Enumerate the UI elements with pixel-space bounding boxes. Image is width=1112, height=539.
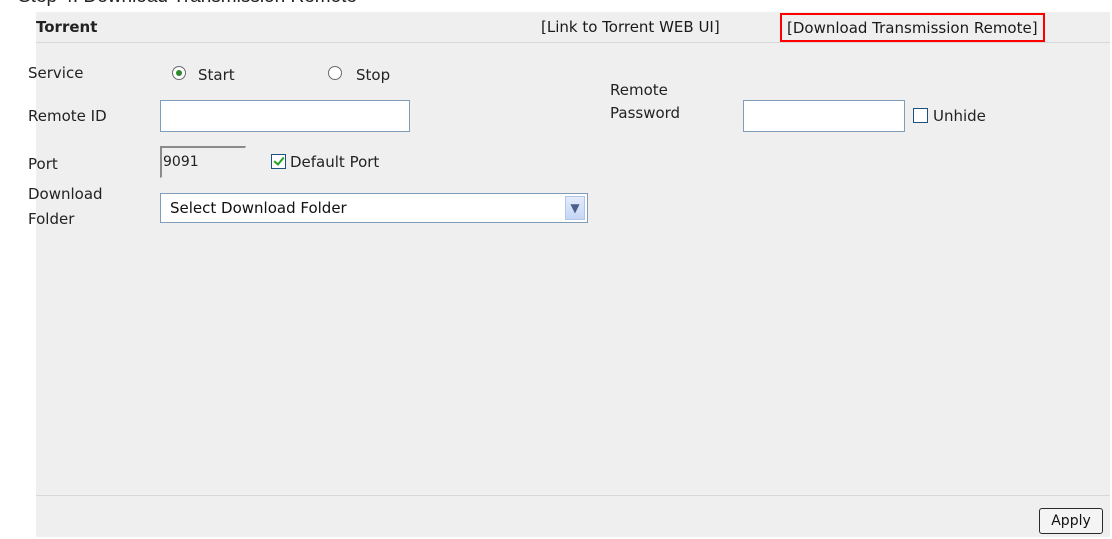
service-stop-radio[interactable] — [328, 66, 342, 80]
port-label: Port — [28, 155, 58, 173]
download-folder-label-line1: Download — [28, 185, 103, 203]
service-label: Service — [28, 64, 84, 82]
clipped-instruction-text: Step 4: Download Transmission Remote — [0, 0, 1112, 8]
download-folder-label-line2: Folder — [28, 210, 75, 228]
remote-password-input[interactable] — [743, 100, 905, 132]
service-start-radio[interactable] — [172, 66, 186, 80]
port-input[interactable]: 9091 — [160, 146, 246, 178]
panel-title: Torrent — [36, 18, 98, 36]
download-folder-selected-value: Select Download Folder — [170, 199, 347, 217]
download-folder-select[interactable]: Select Download Folder ▼ — [160, 193, 588, 223]
apply-button[interactable]: Apply — [1039, 508, 1103, 534]
default-port-label[interactable]: Default Port — [290, 153, 379, 171]
remote-id-input[interactable] — [160, 100, 410, 132]
remote-password-label-line2: Password — [610, 104, 681, 122]
remote-id-label: Remote ID — [28, 107, 107, 125]
clipped-instruction-label: Step 4: Download Transmission Remote — [18, 0, 357, 8]
link-download-transmission-remote[interactable]: [Download Transmission Remote] — [780, 13, 1045, 42]
unhide-label[interactable]: Unhide — [933, 107, 986, 125]
torrent-panel: Torrent [Link to Torrent WEB UI] [Downlo… — [28, 12, 1110, 537]
footer-divider — [36, 495, 1110, 496]
link-torrent-web-ui[interactable]: [Link to Torrent WEB UI] — [541, 18, 720, 36]
default-port-checkbox[interactable] — [271, 154, 286, 169]
chevron-down-icon[interactable]: ▼ — [565, 196, 585, 220]
service-stop-label[interactable]: Stop — [356, 66, 390, 84]
panel-header: Torrent [Link to Torrent WEB UI] [Downlo… — [36, 12, 1110, 43]
remote-password-label-line1: Remote — [610, 81, 668, 99]
unhide-checkbox[interactable] — [913, 108, 928, 123]
service-start-label[interactable]: Start — [198, 66, 235, 84]
